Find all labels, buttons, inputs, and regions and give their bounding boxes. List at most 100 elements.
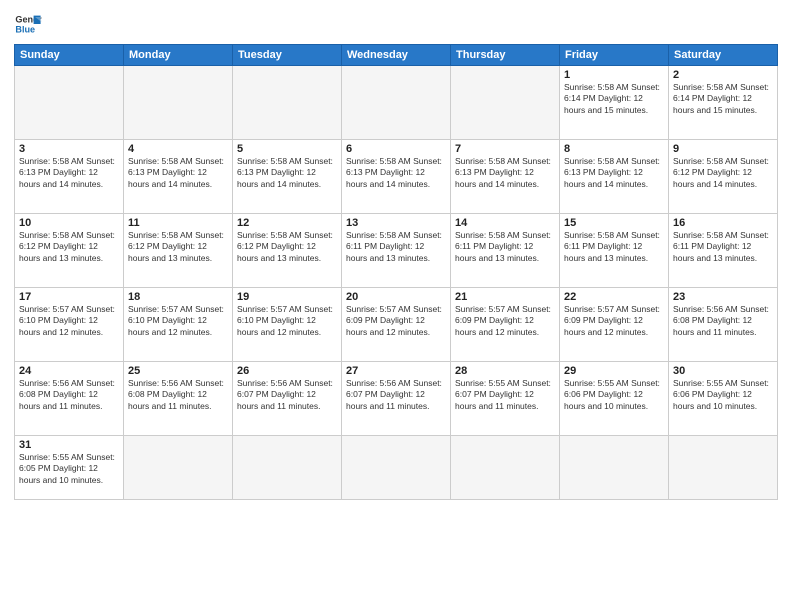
day-info: Sunrise: 5:55 AM Sunset: 6:06 PM Dayligh… <box>564 378 664 412</box>
day-info: Sunrise: 5:58 AM Sunset: 6:13 PM Dayligh… <box>128 156 228 190</box>
calendar-cell <box>233 436 342 500</box>
day-number: 9 <box>673 143 773 155</box>
calendar-cell: 26Sunrise: 5:56 AM Sunset: 6:07 PM Dayli… <box>233 362 342 436</box>
weekday-header-tuesday: Tuesday <box>233 45 342 66</box>
day-number: 15 <box>564 217 664 229</box>
day-info: Sunrise: 5:58 AM Sunset: 6:11 PM Dayligh… <box>673 230 773 264</box>
day-info: Sunrise: 5:56 AM Sunset: 6:07 PM Dayligh… <box>237 378 337 412</box>
day-number: 2 <box>673 69 773 81</box>
day-info: Sunrise: 5:56 AM Sunset: 6:08 PM Dayligh… <box>673 304 773 338</box>
day-info: Sunrise: 5:56 AM Sunset: 6:08 PM Dayligh… <box>128 378 228 412</box>
weekday-header-wednesday: Wednesday <box>342 45 451 66</box>
header: General Blue <box>14 10 778 38</box>
calendar-cell: 25Sunrise: 5:56 AM Sunset: 6:08 PM Dayli… <box>124 362 233 436</box>
calendar-cell: 22Sunrise: 5:57 AM Sunset: 6:09 PM Dayli… <box>560 288 669 362</box>
page: General Blue SundayMondayTuesdayWednesda… <box>0 0 792 612</box>
day-number: 18 <box>128 291 228 303</box>
calendar-cell: 29Sunrise: 5:55 AM Sunset: 6:06 PM Dayli… <box>560 362 669 436</box>
day-number: 11 <box>128 217 228 229</box>
calendar-table: SundayMondayTuesdayWednesdayThursdayFrid… <box>14 44 778 500</box>
day-info: Sunrise: 5:57 AM Sunset: 6:10 PM Dayligh… <box>237 304 337 338</box>
day-info: Sunrise: 5:58 AM Sunset: 6:13 PM Dayligh… <box>237 156 337 190</box>
calendar-cell: 10Sunrise: 5:58 AM Sunset: 6:12 PM Dayli… <box>15 214 124 288</box>
calendar-cell: 8Sunrise: 5:58 AM Sunset: 6:13 PM Daylig… <box>560 140 669 214</box>
day-number: 24 <box>19 365 119 377</box>
day-number: 14 <box>455 217 555 229</box>
calendar-cell: 6Sunrise: 5:58 AM Sunset: 6:13 PM Daylig… <box>342 140 451 214</box>
calendar-cell <box>669 436 778 500</box>
calendar-cell: 15Sunrise: 5:58 AM Sunset: 6:11 PM Dayli… <box>560 214 669 288</box>
day-number: 16 <box>673 217 773 229</box>
calendar-week-2: 10Sunrise: 5:58 AM Sunset: 6:12 PM Dayli… <box>15 214 778 288</box>
day-info: Sunrise: 5:56 AM Sunset: 6:07 PM Dayligh… <box>346 378 446 412</box>
calendar-cell: 28Sunrise: 5:55 AM Sunset: 6:07 PM Dayli… <box>451 362 560 436</box>
calendar-cell <box>451 436 560 500</box>
day-number: 30 <box>673 365 773 377</box>
day-info: Sunrise: 5:57 AM Sunset: 6:10 PM Dayligh… <box>19 304 119 338</box>
calendar-cell: 12Sunrise: 5:58 AM Sunset: 6:12 PM Dayli… <box>233 214 342 288</box>
day-number: 21 <box>455 291 555 303</box>
weekday-header-friday: Friday <box>560 45 669 66</box>
calendar-cell: 9Sunrise: 5:58 AM Sunset: 6:12 PM Daylig… <box>669 140 778 214</box>
day-number: 29 <box>564 365 664 377</box>
day-number: 23 <box>673 291 773 303</box>
day-info: Sunrise: 5:55 AM Sunset: 6:07 PM Dayligh… <box>455 378 555 412</box>
weekday-header-row: SundayMondayTuesdayWednesdayThursdayFrid… <box>15 45 778 66</box>
logo: General Blue <box>14 10 42 38</box>
day-info: Sunrise: 5:58 AM Sunset: 6:11 PM Dayligh… <box>455 230 555 264</box>
day-number: 22 <box>564 291 664 303</box>
day-number: 4 <box>128 143 228 155</box>
calendar-cell: 20Sunrise: 5:57 AM Sunset: 6:09 PM Dayli… <box>342 288 451 362</box>
day-info: Sunrise: 5:57 AM Sunset: 6:09 PM Dayligh… <box>564 304 664 338</box>
calendar-cell: 24Sunrise: 5:56 AM Sunset: 6:08 PM Dayli… <box>15 362 124 436</box>
calendar-cell: 11Sunrise: 5:58 AM Sunset: 6:12 PM Dayli… <box>124 214 233 288</box>
day-info: Sunrise: 5:58 AM Sunset: 6:12 PM Dayligh… <box>237 230 337 264</box>
weekday-header-saturday: Saturday <box>669 45 778 66</box>
day-number: 31 <box>19 439 119 451</box>
day-number: 13 <box>346 217 446 229</box>
day-number: 20 <box>346 291 446 303</box>
day-number: 19 <box>237 291 337 303</box>
day-info: Sunrise: 5:57 AM Sunset: 6:09 PM Dayligh… <box>346 304 446 338</box>
calendar-cell: 3Sunrise: 5:58 AM Sunset: 6:13 PM Daylig… <box>15 140 124 214</box>
weekday-header-sunday: Sunday <box>15 45 124 66</box>
calendar-cell <box>451 66 560 140</box>
day-info: Sunrise: 5:58 AM Sunset: 6:11 PM Dayligh… <box>564 230 664 264</box>
calendar-cell: 30Sunrise: 5:55 AM Sunset: 6:06 PM Dayli… <box>669 362 778 436</box>
calendar-cell: 14Sunrise: 5:58 AM Sunset: 6:11 PM Dayli… <box>451 214 560 288</box>
calendar-cell: 23Sunrise: 5:56 AM Sunset: 6:08 PM Dayli… <box>669 288 778 362</box>
day-number: 1 <box>564 69 664 81</box>
day-info: Sunrise: 5:55 AM Sunset: 6:06 PM Dayligh… <box>673 378 773 412</box>
day-info: Sunrise: 5:58 AM Sunset: 6:13 PM Dayligh… <box>346 156 446 190</box>
day-info: Sunrise: 5:56 AM Sunset: 6:08 PM Dayligh… <box>19 378 119 412</box>
day-number: 12 <box>237 217 337 229</box>
calendar-cell <box>342 436 451 500</box>
day-number: 7 <box>455 143 555 155</box>
calendar-cell: 18Sunrise: 5:57 AM Sunset: 6:10 PM Dayli… <box>124 288 233 362</box>
svg-text:Blue: Blue <box>15 24 35 34</box>
day-number: 6 <box>346 143 446 155</box>
calendar-cell: 19Sunrise: 5:57 AM Sunset: 6:10 PM Dayli… <box>233 288 342 362</box>
day-number: 25 <box>128 365 228 377</box>
calendar-cell <box>560 436 669 500</box>
calendar-cell: 17Sunrise: 5:57 AM Sunset: 6:10 PM Dayli… <box>15 288 124 362</box>
weekday-header-thursday: Thursday <box>451 45 560 66</box>
day-info: Sunrise: 5:58 AM Sunset: 6:13 PM Dayligh… <box>564 156 664 190</box>
calendar-week-1: 3Sunrise: 5:58 AM Sunset: 6:13 PM Daylig… <box>15 140 778 214</box>
day-number: 17 <box>19 291 119 303</box>
calendar-week-5: 31Sunrise: 5:55 AM Sunset: 6:05 PM Dayli… <box>15 436 778 500</box>
day-number: 5 <box>237 143 337 155</box>
calendar-cell: 31Sunrise: 5:55 AM Sunset: 6:05 PM Dayli… <box>15 436 124 500</box>
day-number: 27 <box>346 365 446 377</box>
weekday-header-monday: Monday <box>124 45 233 66</box>
calendar-cell <box>233 66 342 140</box>
calendar-week-4: 24Sunrise: 5:56 AM Sunset: 6:08 PM Dayli… <box>15 362 778 436</box>
calendar-cell: 2Sunrise: 5:58 AM Sunset: 6:14 PM Daylig… <box>669 66 778 140</box>
calendar-cell: 7Sunrise: 5:58 AM Sunset: 6:13 PM Daylig… <box>451 140 560 214</box>
calendar-cell: 16Sunrise: 5:58 AM Sunset: 6:11 PM Dayli… <box>669 214 778 288</box>
day-info: Sunrise: 5:58 AM Sunset: 6:13 PM Dayligh… <box>455 156 555 190</box>
calendar-cell: 27Sunrise: 5:56 AM Sunset: 6:07 PM Dayli… <box>342 362 451 436</box>
day-info: Sunrise: 5:58 AM Sunset: 6:14 PM Dayligh… <box>673 82 773 116</box>
day-number: 8 <box>564 143 664 155</box>
day-info: Sunrise: 5:55 AM Sunset: 6:05 PM Dayligh… <box>19 452 119 486</box>
